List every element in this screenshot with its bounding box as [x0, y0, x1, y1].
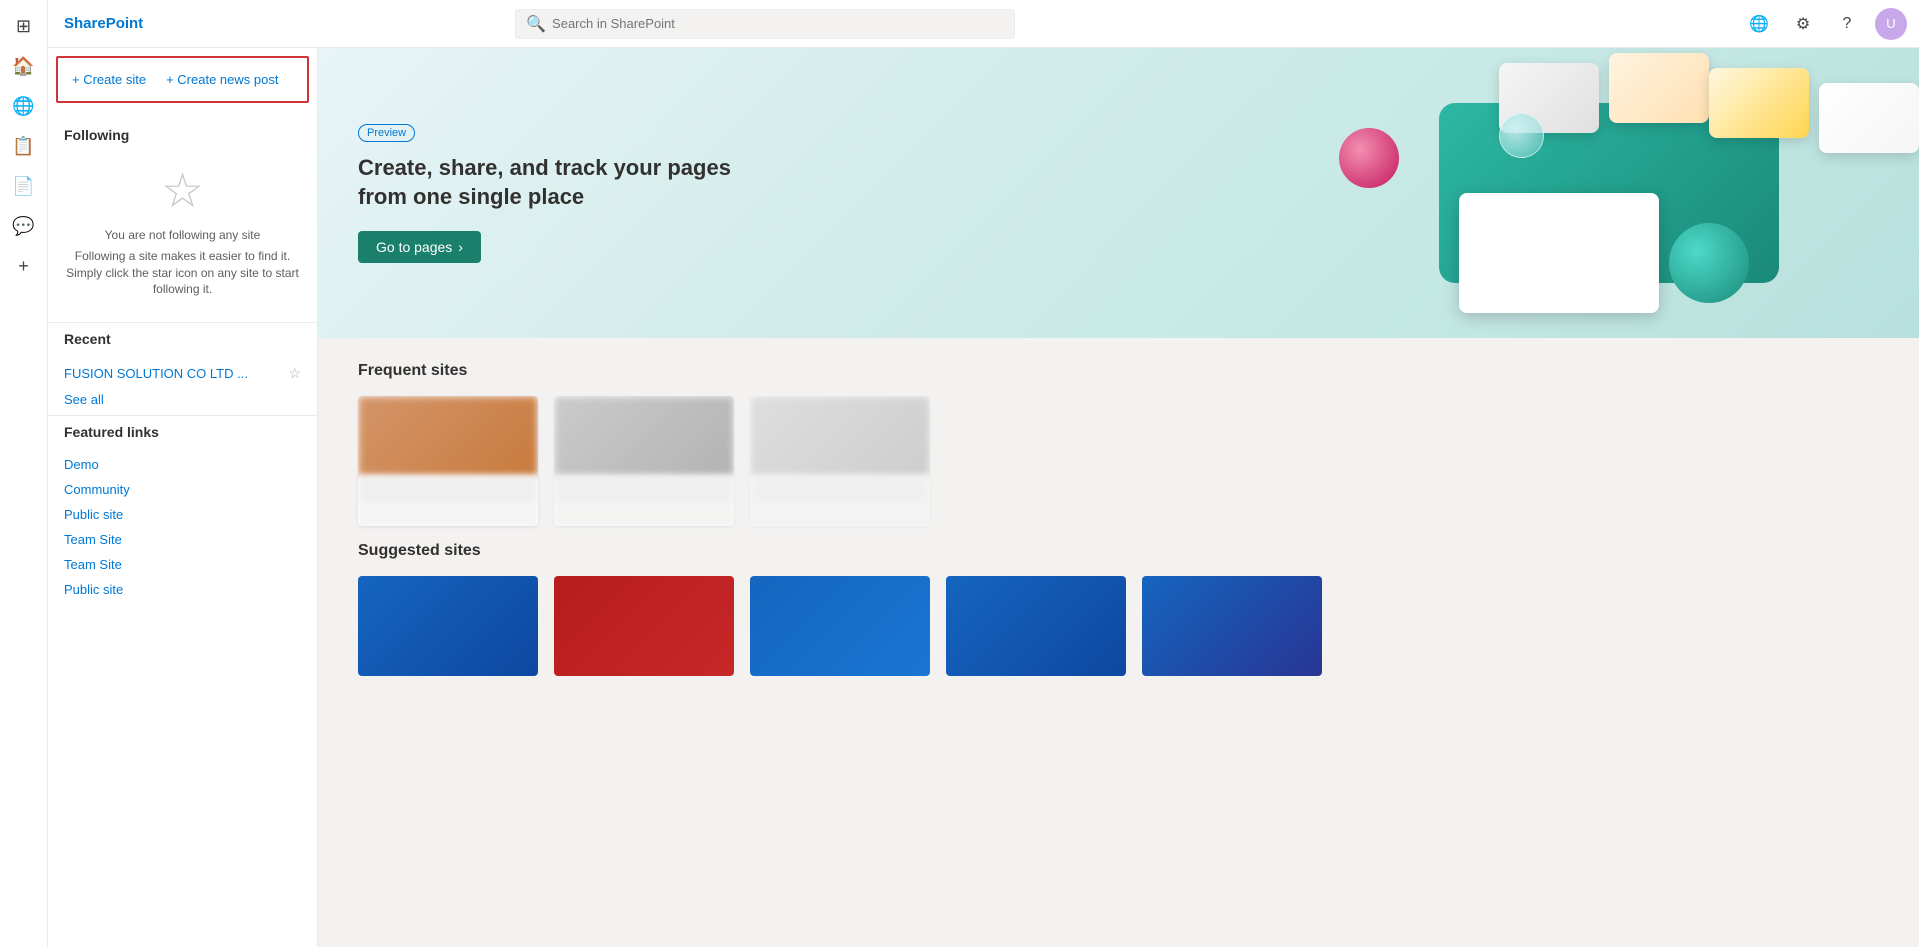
go-to-pages-arrow: › [458, 239, 463, 255]
suggested-sites-section: Suggested sites [318, 542, 1919, 700]
site-card-2-detail [554, 506, 734, 526]
site-card-2-thumbnail [554, 396, 734, 476]
chat-icon[interactable]: 💬 [6, 208, 42, 244]
search-input[interactable] [552, 16, 1004, 31]
featured-link-public-site-2[interactable]: Public site [64, 577, 301, 602]
sites-grid [358, 396, 1879, 526]
suggested-card-1[interactable] [358, 576, 538, 676]
go-to-pages-button[interactable]: Go to pages › [358, 231, 481, 263]
search-icon: 🔍 [526, 14, 546, 34]
hero-banner: Preview Create, share, and track your pa… [318, 48, 1919, 338]
site-card-3-thumbnail [750, 396, 930, 476]
video-icon[interactable]: 📋 [6, 128, 42, 164]
frequent-sites-heading: Frequent sites [358, 362, 1879, 380]
orb-pink [1339, 128, 1399, 188]
content-area: + Create site + Create news post Followi… [48, 48, 1919, 947]
star-empty-icon: ☆ [161, 163, 204, 219]
floating-card-3 [1709, 68, 1809, 138]
main-content: Preview Create, share, and track your pa… [318, 48, 1919, 947]
suggested-cards [358, 576, 1879, 676]
settings-icon[interactable]: ⚙ [1787, 8, 1819, 40]
featured-link-team-site-2[interactable]: Team Site [64, 552, 301, 577]
recent-item-link[interactable]: FUSION SOLUTION CO LTD ... [64, 366, 248, 381]
illustration-base [1439, 103, 1779, 283]
floating-card-4 [1819, 83, 1919, 153]
suggested-sites-heading: Suggested sites [358, 542, 1879, 560]
network-icon[interactable]: 🌐 [1743, 8, 1775, 40]
avatar[interactable]: U [1875, 8, 1907, 40]
preview-badge: Preview [358, 124, 415, 142]
following-title: Following [64, 127, 301, 143]
main-container: SharePoint 🔍 🌐 ⚙ ? U + Create site + Cre… [48, 0, 1919, 947]
left-rail: ⊞ 🏠 🌐 📋 📄 💬 + [0, 0, 48, 947]
app-title: SharePoint [64, 15, 143, 32]
main-card [1459, 193, 1659, 313]
site-card-2-name [554, 476, 734, 506]
create-news-button[interactable]: + Create news post [164, 68, 280, 91]
suggested-card-5[interactable] [1142, 576, 1322, 676]
hero-title: Create, share, and track your pages from… [358, 154, 738, 211]
site-card-name [358, 476, 538, 506]
following-section: Following ☆ You are not following any si… [48, 111, 317, 322]
frequent-sites-section: Frequent sites [318, 338, 1919, 542]
site-card-3-name [750, 476, 930, 506]
home-icon[interactable]: 🏠 [6, 48, 42, 84]
orb-glass [1499, 113, 1544, 158]
go-to-pages-label: Go to pages [376, 239, 452, 255]
document-icon[interactable]: 📄 [6, 168, 42, 204]
globe-icon[interactable]: 🌐 [6, 88, 42, 124]
star-icon[interactable]: ☆ [288, 365, 301, 382]
suggested-card-4[interactable] [946, 576, 1126, 676]
suggested-card-3[interactable] [750, 576, 930, 676]
hero-illustration [1319, 68, 1899, 318]
site-card-thumbnail [358, 396, 538, 476]
top-bar: SharePoint 🔍 🌐 ⚙ ? U [48, 0, 1919, 48]
suggested-card-2[interactable] [554, 576, 734, 676]
featured-links-section: Featured links Demo Community Public sit… [48, 415, 317, 610]
site-card-detail [358, 506, 538, 526]
orb-teal [1669, 223, 1749, 303]
sidebar: + Create site + Create news post Followi… [48, 48, 318, 947]
top-bar-right: 🌐 ⚙ ? U [1743, 8, 1907, 40]
following-empty-main: You are not following any site [105, 227, 261, 244]
search-bar[interactable]: 🔍 [515, 9, 1015, 39]
floating-card-2 [1609, 53, 1709, 123]
list-item: FUSION SOLUTION CO LTD ... ☆ [64, 359, 301, 388]
recent-section: Recent FUSION SOLUTION CO LTD ... ☆ See … [48, 322, 317, 415]
help-icon[interactable]: ? [1831, 8, 1863, 40]
see-all-link[interactable]: See all [64, 392, 301, 407]
featured-links-title: Featured links [64, 424, 301, 440]
site-card-3[interactable] [750, 396, 930, 526]
add-icon[interactable]: + [6, 248, 42, 284]
recent-title: Recent [64, 331, 301, 347]
site-card-3-detail [750, 506, 930, 526]
featured-link-team-site-1[interactable]: Team Site [64, 527, 301, 552]
following-empty: ☆ You are not following any site Followi… [64, 155, 301, 314]
featured-link-public-site-1[interactable]: Public site [64, 502, 301, 527]
featured-link-demo[interactable]: Demo [64, 452, 301, 477]
site-card[interactable] [358, 396, 538, 526]
action-bar: + Create site + Create news post [56, 56, 309, 103]
site-card-2[interactable] [554, 396, 734, 526]
create-site-button[interactable]: + Create site [70, 68, 148, 91]
featured-link-community[interactable]: Community [64, 477, 301, 502]
app-launcher-icon[interactable]: ⊞ [6, 8, 42, 44]
following-empty-detail: Following a site makes it easier to find… [64, 248, 301, 298]
hero-content: Preview Create, share, and track your pa… [358, 123, 738, 263]
